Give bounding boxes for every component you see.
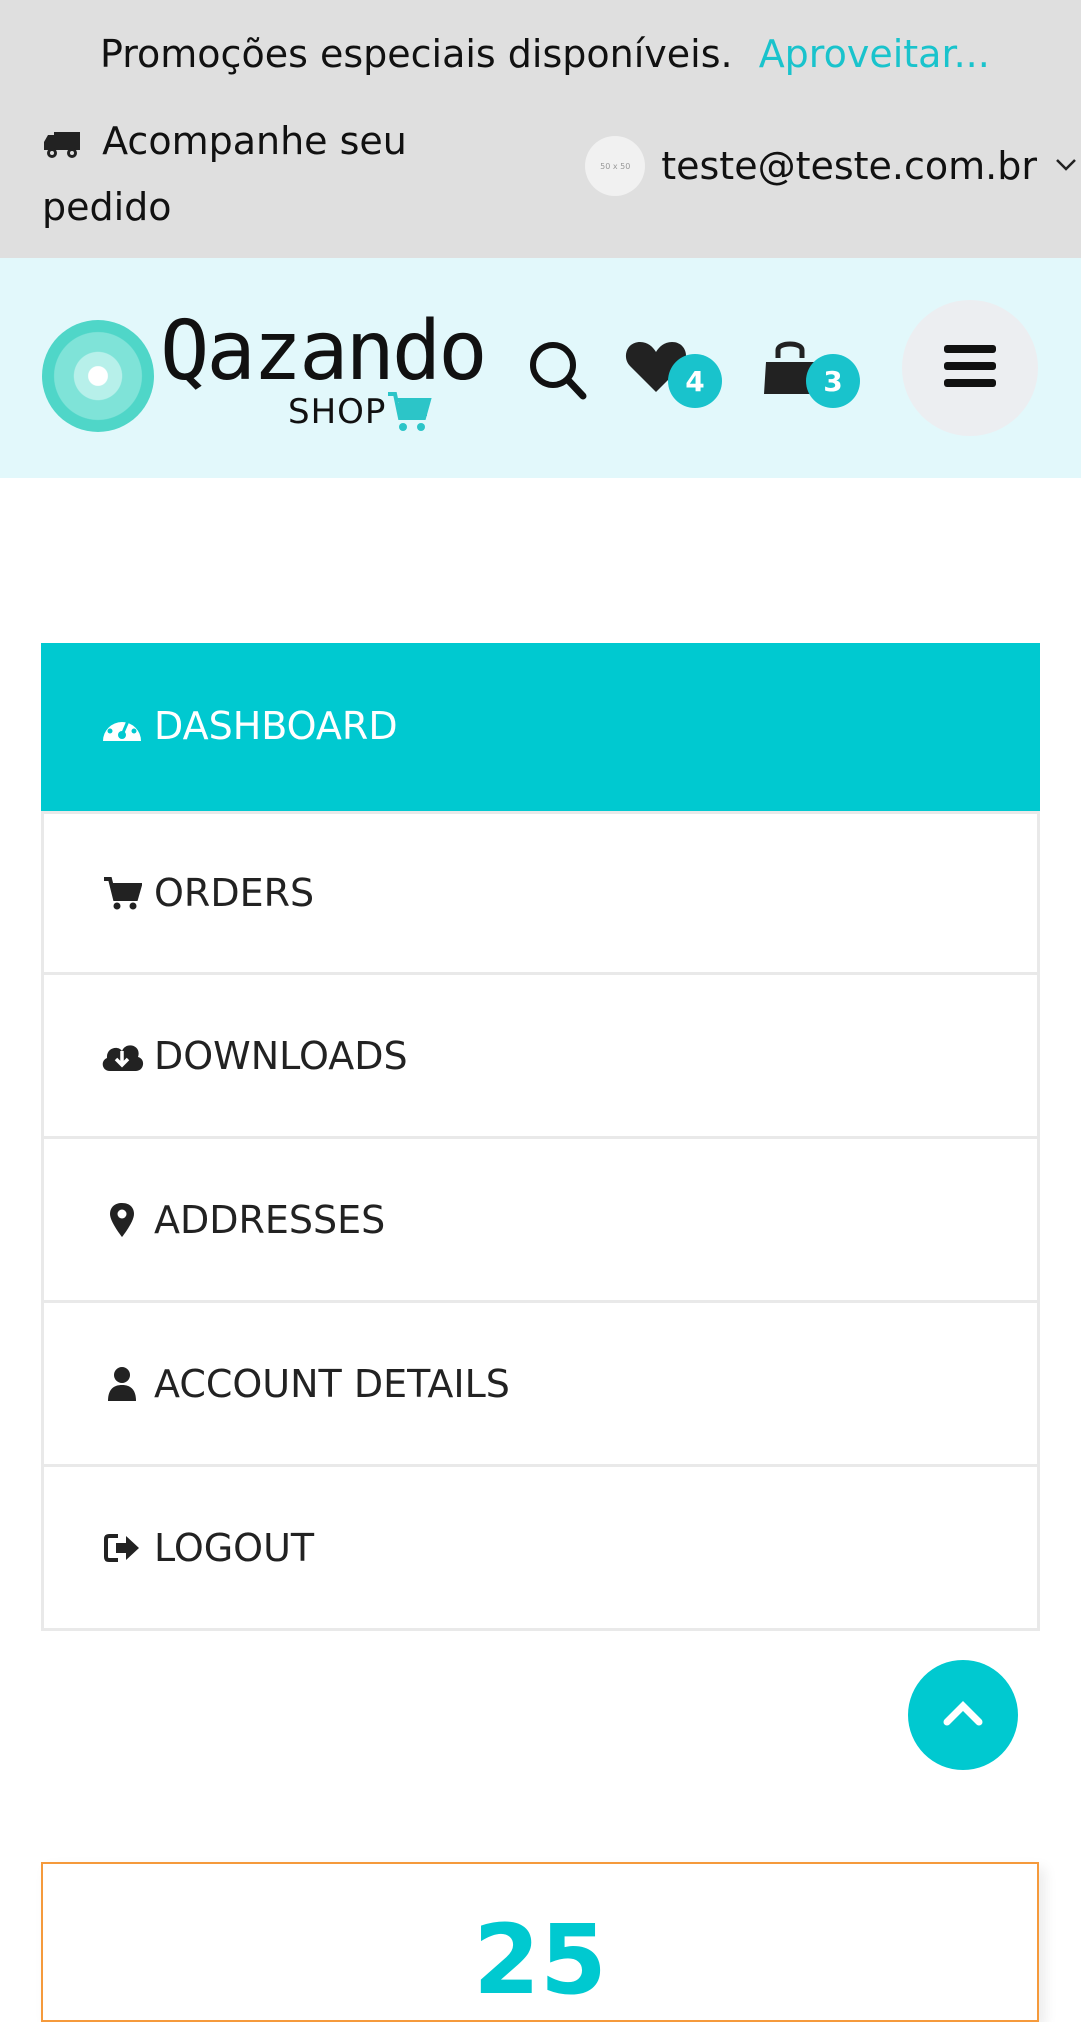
wishlist-button[interactable]: 4	[624, 338, 734, 418]
promo-link[interactable]: Aproveitar...	[759, 32, 990, 76]
chevron-down-icon	[1055, 157, 1077, 176]
sign-out-icon	[100, 1533, 144, 1563]
logo-mark	[42, 320, 154, 432]
cart-count-badge: 3	[806, 354, 860, 408]
dashboard-icon	[100, 709, 144, 743]
stat-card: 25	[41, 1862, 1039, 2022]
logo-cart-icon	[386, 390, 432, 438]
cloud-download-icon	[100, 1039, 144, 1073]
nav-item-label: ORDERS	[154, 871, 315, 915]
nav-item-label: ADDRESSES	[154, 1197, 386, 1242]
search-icon[interactable]	[528, 340, 588, 406]
nav-item-label: LOGOUT	[154, 1525, 315, 1570]
nav-item-dashboard[interactable]: DASHBOARD	[41, 643, 1040, 811]
nav-item-logout[interactable]: LOGOUT	[41, 1467, 1040, 1631]
track-order-link[interactable]: Acompanhe seu pedido	[42, 108, 462, 240]
user-icon	[100, 1366, 144, 1402]
cart-icon	[100, 875, 144, 911]
nav-item-label: DASHBOARD	[154, 703, 398, 748]
site-header: Qazando SHOP 4 3	[0, 258, 1081, 478]
nav-item-label: DOWNLOADS	[154, 1033, 408, 1078]
nav-item-label: ACCOUNT DETAILS	[154, 1361, 510, 1406]
logo-sub: SHOP	[288, 392, 387, 432]
stat-value: 25	[473, 1904, 607, 2016]
user-email: teste@teste.com.br	[661, 144, 1037, 188]
hamburger-icon	[944, 345, 996, 391]
account-dropdown[interactable]: 50 x 50 teste@teste.com.br	[585, 136, 1081, 196]
scroll-to-top-button[interactable]	[908, 1660, 1018, 1770]
truck-icon	[42, 119, 102, 163]
chevron-up-icon	[943, 1700, 983, 1730]
logo-name: Qazando	[160, 304, 488, 399]
cart-button[interactable]: 3	[762, 336, 872, 420]
promo-text: Promoções especiais disponíveis.	[100, 32, 733, 76]
map-marker-icon	[100, 1202, 144, 1238]
nav-item-orders[interactable]: ORDERS	[41, 811, 1040, 975]
account-nav: DASHBOARD ORDERS DOWNLOADS ADDRESSES ACC…	[41, 643, 1040, 1631]
avatar: 50 x 50	[585, 136, 646, 196]
wishlist-count-badge: 4	[668, 354, 722, 408]
top-bar: Promoções especiais disponíveis. Aprovei…	[0, 0, 1081, 258]
nav-item-downloads[interactable]: DOWNLOADS	[41, 975, 1040, 1139]
promo-banner: Promoções especiais disponíveis. Aprovei…	[100, 32, 990, 76]
menu-button[interactable]	[902, 300, 1038, 436]
nav-item-addresses[interactable]: ADDRESSES	[41, 1139, 1040, 1303]
logo[interactable]: Qazando SHOP	[42, 304, 488, 432]
nav-item-account-details[interactable]: ACCOUNT DETAILS	[41, 1303, 1040, 1467]
